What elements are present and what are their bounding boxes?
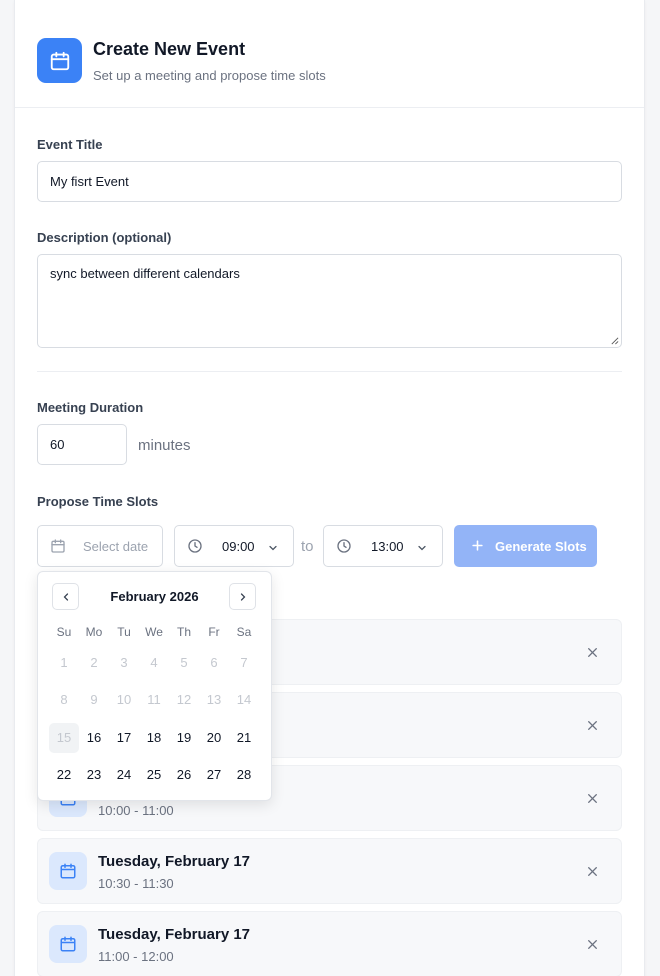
description-label: Description (optional) <box>37 230 172 245</box>
duration-unit: minutes <box>138 437 191 454</box>
close-icon[interactable] <box>586 792 599 805</box>
chevron-down-icon <box>269 545 277 551</box>
slot-time: 10:00 - 11:00 <box>98 803 174 818</box>
calendar-icon <box>37 38 82 83</box>
to-label: to <box>301 538 314 555</box>
calendar-day[interactable]: 28 <box>229 760 259 790</box>
slot-day: Tuesday, February 17 <box>98 926 251 943</box>
event-title-label: Event Title <box>37 137 103 152</box>
next-month-button[interactable] <box>229 583 256 610</box>
page-title: Create New Event <box>93 39 246 59</box>
start-time-select[interactable]: 09:00 <box>174 525 294 567</box>
time-slots-label: Propose Time Slots <box>37 494 159 509</box>
calendar-day[interactable]: 16 <box>79 723 109 753</box>
weekday-header: Fr <box>208 625 220 639</box>
duration-input[interactable]: 60 <box>37 424 127 465</box>
generate-slots-button[interactable]: Generate Slots <box>454 525 597 567</box>
date-picker-popover: February 2026 Su Mo Tu We Th Fr Sa 1 2 3… <box>37 571 272 801</box>
chevron-down-icon <box>418 545 426 551</box>
slot-item: Tuesday, February 17 10:30 - 11:30 <box>37 838 622 904</box>
weekday-header: We <box>145 625 163 639</box>
end-time-select[interactable]: 13:00 <box>323 525 443 567</box>
calendar-day: 2 <box>90 655 98 670</box>
weekday-header: Th <box>176 625 191 639</box>
date-placeholder: Select date <box>83 539 149 554</box>
duration-label: Meeting Duration <box>37 400 144 415</box>
slot-item: Tuesday, February 17 11:00 - 12:00 <box>37 911 622 976</box>
weekday-header: Mo <box>85 625 103 639</box>
calendar-day: 12 <box>176 692 192 707</box>
calendar-day: 9 <box>90 692 98 707</box>
calendar-day: 4 <box>150 655 158 670</box>
slot-time: 10:30 - 11:30 <box>98 876 174 891</box>
calendar-day[interactable]: 21 <box>229 723 259 753</box>
calendar-day[interactable]: 22 <box>49 760 79 790</box>
calendar-day[interactable]: 26 <box>169 760 199 790</box>
calendar-day[interactable]: 17 <box>109 723 139 753</box>
weekday-header: Sa <box>236 625 252 639</box>
calendar-day: 8 <box>60 692 68 707</box>
chevron-right-icon <box>240 592 245 601</box>
calendar-day: 6 <box>210 655 218 670</box>
calendar-day: 14 <box>236 692 252 707</box>
close-icon[interactable] <box>586 646 599 659</box>
calendar-day[interactable]: 20 <box>199 723 229 753</box>
generate-slots-label: Generate Slots <box>495 539 587 554</box>
calendar-icon <box>49 925 87 963</box>
calendar-day: 3 <box>120 655 128 670</box>
close-icon[interactable] <box>586 938 599 951</box>
calendar-day[interactable]: 24 <box>109 760 139 790</box>
calendar-day: 13 <box>206 692 222 707</box>
calendar-day[interactable]: 18 <box>139 723 169 753</box>
close-icon[interactable] <box>586 865 599 878</box>
end-time-value: 13:00 <box>371 539 404 554</box>
slot-day: Tuesday, February 17 <box>98 853 251 870</box>
clock-icon <box>188 539 202 553</box>
calendar-day: 1 <box>60 655 68 670</box>
page-subtitle: Set up a meeting and propose time slots <box>93 68 326 83</box>
slot-time: 11:00 - 12:00 <box>98 949 174 964</box>
description-text: sync between different calendars <box>50 266 240 281</box>
calendar-day: 11 <box>147 692 161 707</box>
plus-icon <box>472 540 483 551</box>
weekday-header: Tu <box>117 625 131 639</box>
section-divider <box>37 371 622 372</box>
calendar-day: 10 <box>116 692 132 707</box>
calendar-day[interactable]: 19 <box>169 723 199 753</box>
description-textarea[interactable]: sync between different calendars <box>37 254 622 348</box>
close-icon[interactable] <box>586 719 599 732</box>
event-title-input[interactable]: My fisrt Event <box>37 161 622 202</box>
weekday-header: Su <box>56 625 72 639</box>
calendar-icon <box>51 539 65 553</box>
calendar-day: 5 <box>180 655 188 670</box>
start-time-value: 09:00 <box>222 539 255 554</box>
calendar-day[interactable]: 23 <box>79 760 109 790</box>
resize-handle-icon[interactable] <box>610 336 619 345</box>
clock-icon <box>337 539 351 553</box>
card-header: Create New Event Set up a meeting and pr… <box>15 0 644 108</box>
calendar-icon <box>49 852 87 890</box>
calendar-day-today: 15 <box>49 723 79 753</box>
calendar-day[interactable]: 25 <box>139 760 169 790</box>
create-event-card: Create New Event Set up a meeting and pr… <box>14 0 645 976</box>
date-picker-button[interactable]: Select date <box>37 525 163 567</box>
calendar-day: 7 <box>240 655 248 670</box>
calendar-day[interactable]: 27 <box>199 760 229 790</box>
